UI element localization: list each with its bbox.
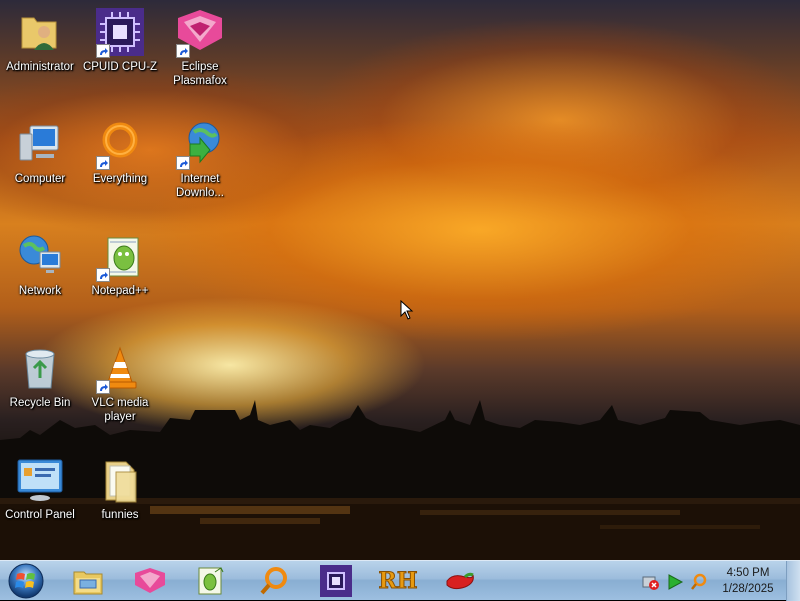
taskbar-chili-app[interactable] bbox=[438, 563, 482, 599]
desktop-icon-label: VLC media player bbox=[91, 397, 149, 423]
clock-time: 4:50 PM bbox=[726, 567, 770, 579]
vlc-cone-icon bbox=[96, 344, 144, 394]
desktop-icon-vlc[interactable]: VLC media player bbox=[80, 340, 160, 446]
desktop-icon-recycle-bin[interactable]: Recycle Bin bbox=[0, 340, 80, 446]
plasmafox-icon bbox=[176, 8, 224, 58]
desktop-icon-everything[interactable]: Everything bbox=[80, 116, 160, 222]
cpuz-icon bbox=[96, 8, 144, 58]
desktop-icon-notepadpp[interactable]: Notepad++ bbox=[80, 228, 160, 334]
shortcut-arrow-icon bbox=[96, 268, 110, 282]
desktop-icon-eclipse-plasmafox[interactable]: Eclipse Plasmafox bbox=[160, 4, 240, 110]
desktop-icon-control-panel[interactable]: Control Panel bbox=[0, 452, 80, 558]
folder-icon bbox=[96, 456, 144, 504]
desktop-icon-computer[interactable]: Computer bbox=[0, 116, 80, 222]
everything-tray-icon[interactable] bbox=[690, 573, 708, 591]
mouse-cursor-icon bbox=[400, 300, 414, 320]
desktop-icon-cpuz[interactable]: CPUID CPU-Z bbox=[80, 4, 160, 110]
windows-orb-icon bbox=[8, 563, 44, 599]
internet-download-manager-icon bbox=[176, 120, 224, 170]
taskbar-plasmafox[interactable] bbox=[128, 563, 172, 599]
desktop-icon-label: Recycle Bin bbox=[9, 397, 71, 409]
shortcut-arrow-icon bbox=[176, 156, 190, 170]
desktop-icon-label: funnies bbox=[101, 509, 139, 521]
desktop-icon-funnies[interactable]: funnies bbox=[80, 452, 160, 558]
start-button[interactable] bbox=[4, 562, 48, 600]
taskbar-cpuz[interactable] bbox=[314, 563, 358, 599]
taskbar: RH 4:50 PM 1/28/2025 bbox=[0, 560, 800, 601]
everything-icon bbox=[96, 120, 144, 170]
desktop-icon-label: Eclipse Plasmafox bbox=[173, 61, 227, 87]
computer-icon bbox=[16, 120, 64, 168]
desktop-icon-label: Internet Downlo... bbox=[176, 173, 224, 199]
taskbar-file-explorer[interactable] bbox=[66, 563, 110, 599]
media-play-icon[interactable] bbox=[666, 573, 684, 591]
plasmafox-icon bbox=[135, 568, 165, 593]
taskbar-clock[interactable]: 4:50 PM 1/28/2025 bbox=[710, 565, 786, 599]
notepadpp-icon bbox=[96, 232, 144, 282]
desktop-icon-label: Control Panel bbox=[5, 509, 75, 521]
taskbar-resource-hacker[interactable]: RH bbox=[376, 563, 420, 599]
shortcut-arrow-icon bbox=[96, 380, 110, 394]
taskbar-notepadpp[interactable] bbox=[188, 563, 232, 599]
shortcut-arrow-icon bbox=[96, 156, 110, 170]
desktop-icon-label: Network bbox=[18, 285, 62, 297]
taskbar-everything[interactable] bbox=[252, 563, 296, 599]
cpuz-icon bbox=[320, 565, 352, 597]
user-folder-icon bbox=[16, 8, 64, 56]
network-error-icon[interactable] bbox=[642, 573, 660, 591]
everything-icon bbox=[260, 567, 287, 595]
desktop-icon-network[interactable]: Network bbox=[0, 228, 80, 334]
notepadpp-icon bbox=[198, 567, 224, 595]
desktop-icon-label: Notepad++ bbox=[91, 285, 149, 297]
show-desktop-button[interactable] bbox=[786, 561, 800, 601]
control-panel-icon bbox=[16, 456, 64, 504]
shortcut-arrow-icon bbox=[96, 44, 110, 58]
desktop-icon-internet-download[interactable]: Internet Downlo... bbox=[160, 116, 240, 222]
file-explorer-icon bbox=[73, 571, 103, 595]
desktop-icon-label: CPUID CPU-Z bbox=[82, 61, 158, 73]
desktop-icon-label: Everything bbox=[92, 173, 148, 185]
network-icon bbox=[16, 232, 64, 280]
recycle-bin-icon bbox=[16, 344, 64, 392]
desktop-icon-administrator[interactable]: Administrator bbox=[0, 4, 80, 110]
resource-hacker-icon: RH bbox=[378, 568, 418, 595]
clock-date: 1/28/2025 bbox=[722, 583, 774, 595]
desktop-icon-label: Administrator bbox=[6, 61, 74, 73]
shortcut-arrow-icon bbox=[176, 44, 190, 58]
chili-pepper-icon bbox=[446, 572, 474, 590]
desktop-icon-label: Computer bbox=[14, 173, 66, 185]
